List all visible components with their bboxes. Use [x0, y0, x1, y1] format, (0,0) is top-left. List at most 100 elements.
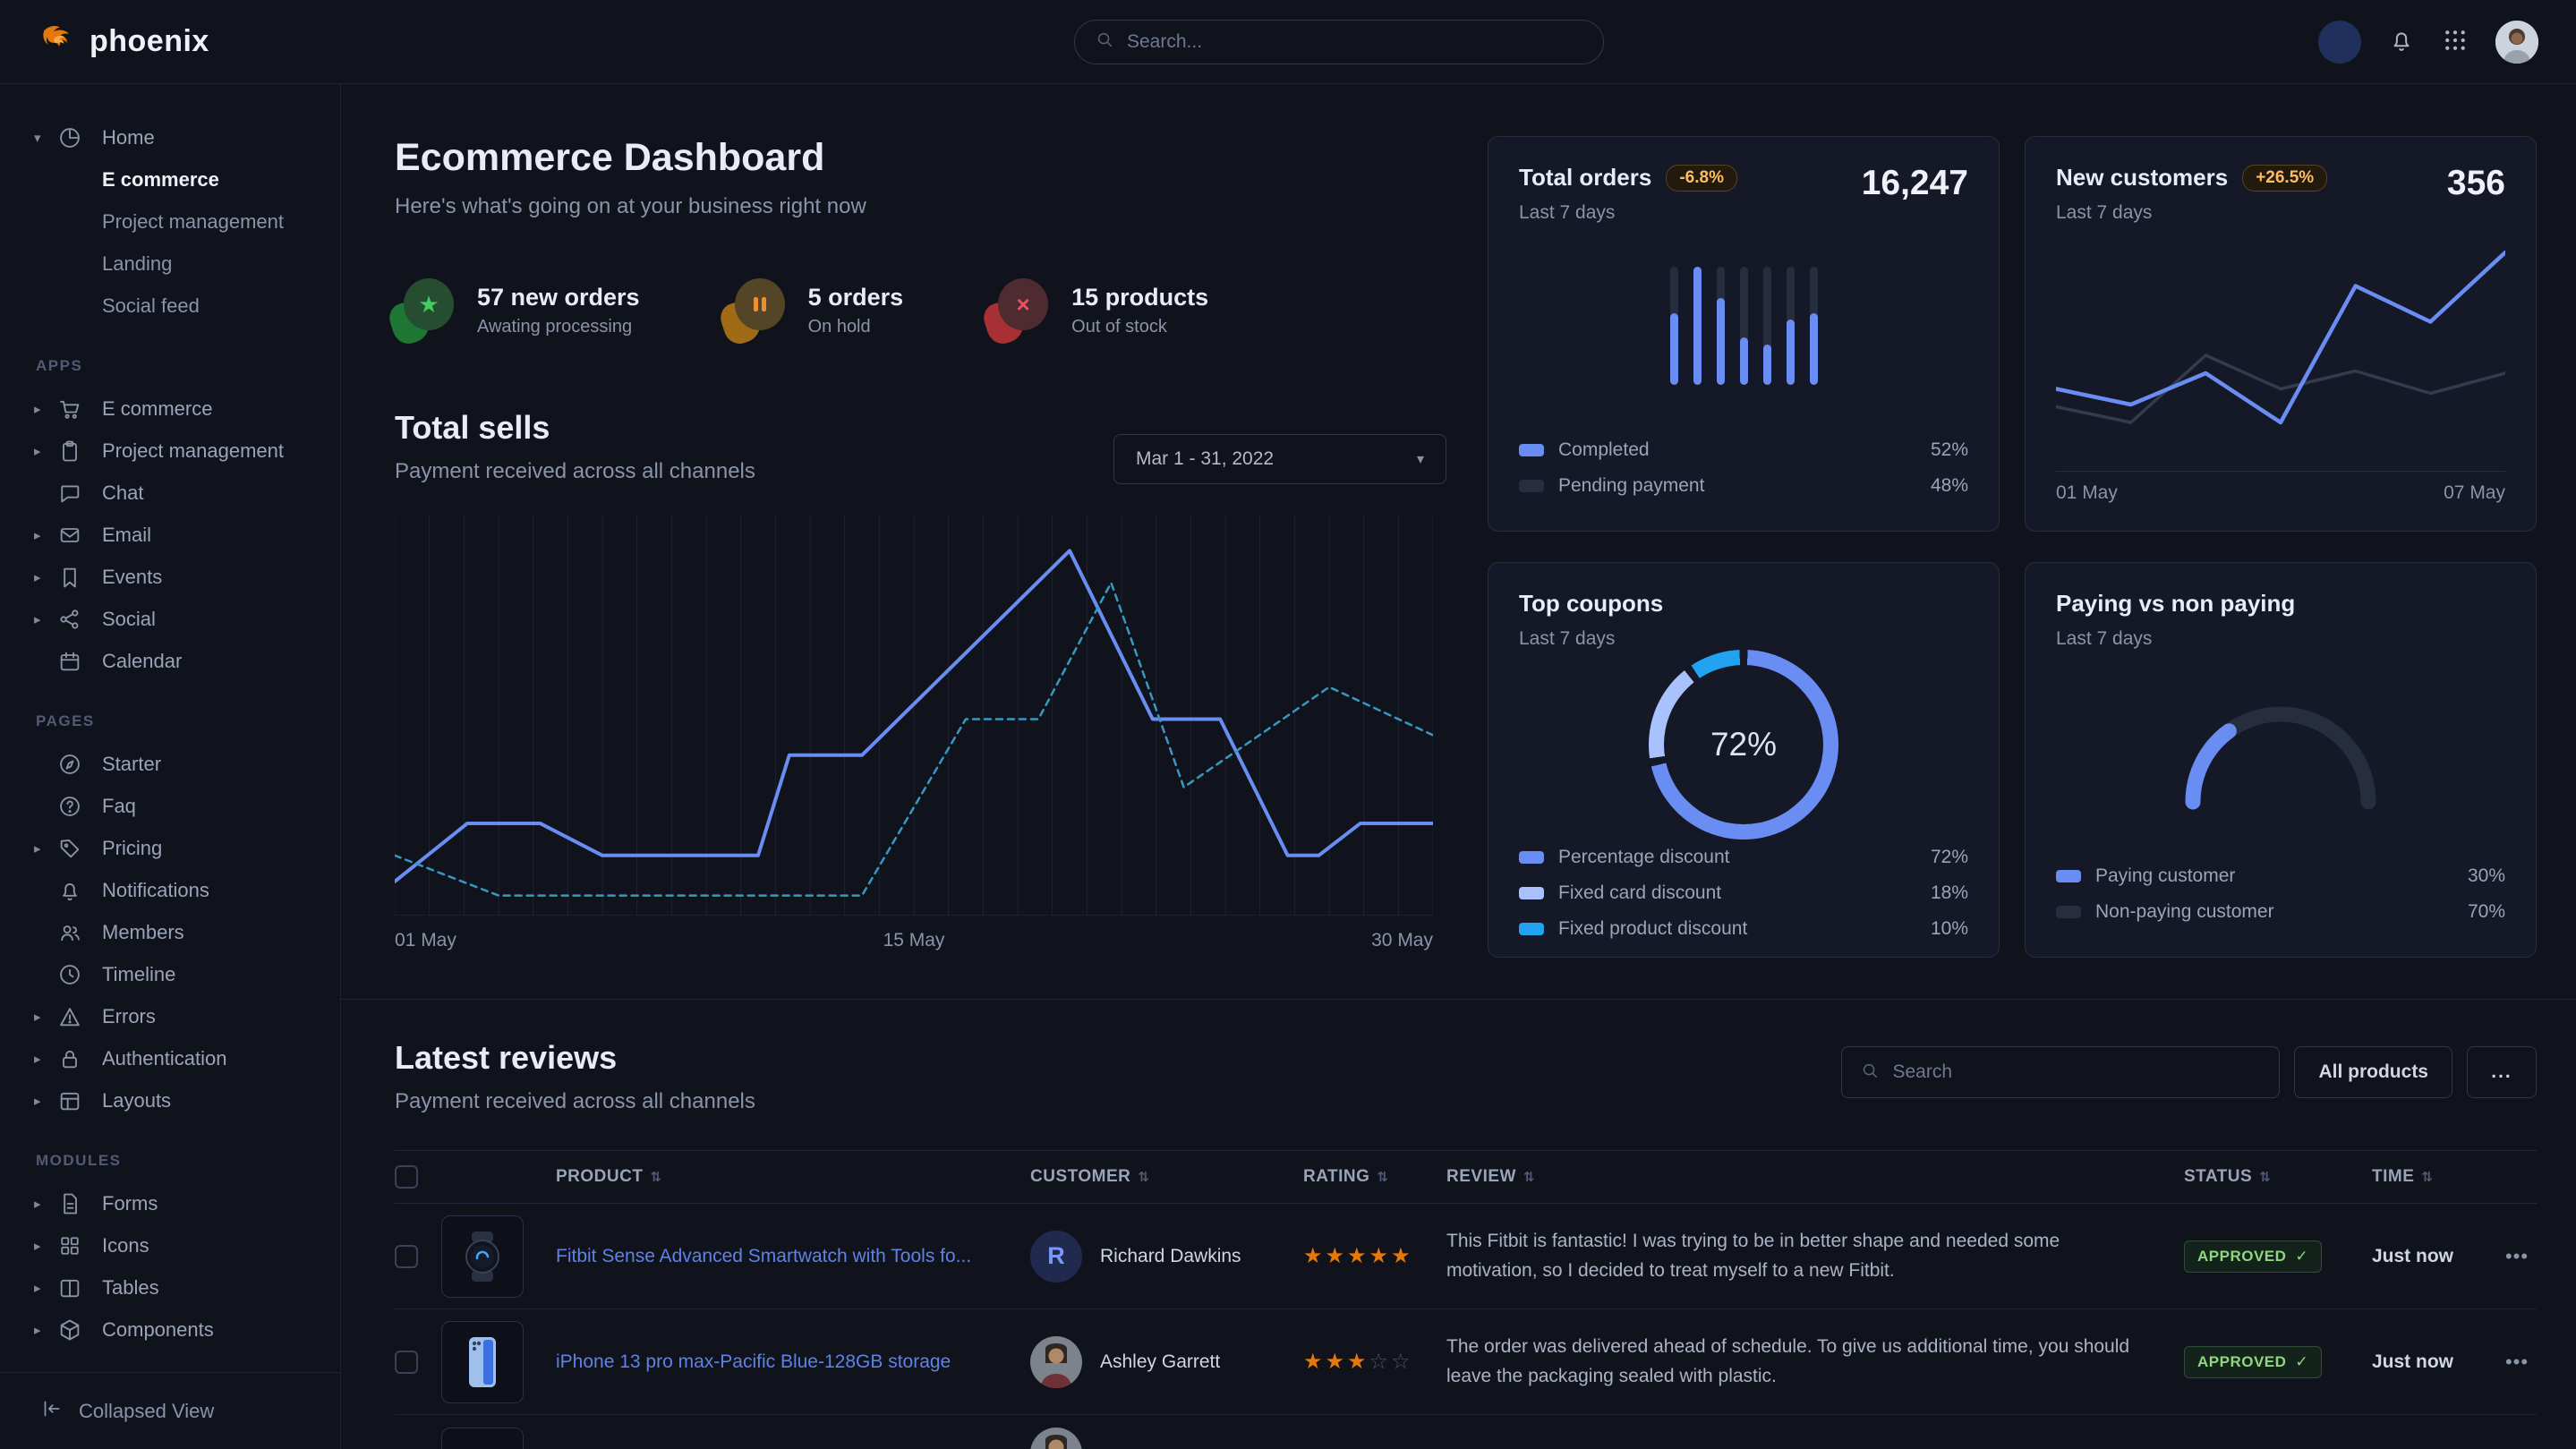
- quick-stats: ★57 new ordersAwating processing5 orders…: [395, 278, 1446, 343]
- reviews-more-button[interactable]: ...: [2467, 1046, 2537, 1098]
- sidebar-item-members[interactable]: Members: [0, 911, 340, 953]
- global-search[interactable]: [1074, 20, 1604, 64]
- sidebar-item-label: Members: [102, 921, 184, 944]
- notifications-button[interactable]: [2388, 27, 2415, 56]
- product-link[interactable]: Fitbit Sense Advanced Smartwatch with To…: [556, 1246, 1030, 1267]
- column-header-review[interactable]: REVIEW⇅: [1446, 1167, 2184, 1187]
- sidebar-item-icons[interactable]: ▸Icons: [0, 1224, 340, 1266]
- legend-row: Pending payment48%: [1519, 468, 1968, 504]
- stat-value: 57 new orders: [477, 284, 640, 311]
- apps-menu-button[interactable]: [2442, 27, 2469, 56]
- global-search-input[interactable]: [1127, 31, 1583, 53]
- sidebar-item-tables[interactable]: ▸Tables: [0, 1266, 340, 1308]
- grid-icon: [2442, 27, 2469, 56]
- legend-label: Fixed card discount: [1558, 882, 1721, 904]
- calendar-icon: [57, 648, 84, 675]
- legend-swatch: [1519, 887, 1544, 899]
- sidebar-section-title: APPS: [0, 327, 340, 388]
- legend-row: Fixed card discount 18%: [1519, 875, 1968, 911]
- collapse-sidebar-button[interactable]: Collapsed View: [0, 1372, 340, 1449]
- sidebar-item-label: Home: [102, 126, 155, 149]
- customer-avatar: R: [1030, 1231, 1082, 1283]
- bookmark-icon: [57, 564, 84, 591]
- sidebar-item-timeline[interactable]: Timeline: [0, 953, 340, 995]
- stat-value: 5 orders: [808, 284, 904, 311]
- reviews-search[interactable]: [1841, 1046, 2280, 1098]
- sidebar-section-title: MODULES: [0, 1121, 340, 1182]
- brand-logo[interactable]: phoenix: [38, 22, 209, 62]
- order-bar: [1810, 267, 1818, 385]
- legend-row: Percentage discount72%: [1519, 840, 1968, 875]
- total-orders-value: 16,247: [1862, 164, 1968, 203]
- phoenix-logo-icon: [38, 22, 77, 62]
- sidebar-item-faq[interactable]: Faq: [0, 785, 340, 827]
- column-header-customer[interactable]: CUSTOMER⇅: [1030, 1167, 1303, 1187]
- caret-right-icon: ▸: [34, 611, 57, 627]
- new-customers-badge: +26.5%: [2242, 165, 2327, 192]
- sidebar-item-authentication[interactable]: ▸Authentication: [0, 1037, 340, 1079]
- sidebar-item-e-commerce[interactable]: ▸E commerce: [0, 388, 340, 430]
- sidebar-item-social[interactable]: ▸Social: [0, 598, 340, 640]
- sidebar-subitem-social-feed[interactable]: Social feed: [0, 285, 340, 327]
- sidebar-item-chat[interactable]: Chat: [0, 472, 340, 514]
- sidebar-item-label: Notifications: [102, 879, 209, 902]
- legend-value: 18%: [1931, 882, 1968, 904]
- nc-axis-start: 01 May: [2056, 482, 2118, 504]
- date-range-select[interactable]: Mar 1 - 31, 2022 ▾: [1113, 434, 1446, 484]
- column-header-status[interactable]: STATUS⇅: [2184, 1167, 2372, 1187]
- table-row: [395, 1415, 2537, 1449]
- reviews-search-input[interactable]: [1892, 1061, 2261, 1083]
- sidebar-subitem-project-management[interactable]: Project management: [0, 200, 340, 243]
- product-link[interactable]: iPhone 13 pro max-Pacific Blue-128GB sto…: [556, 1351, 1030, 1373]
- sidebar-subitem-landing[interactable]: Landing: [0, 243, 340, 285]
- select-all-checkbox[interactable]: [395, 1165, 418, 1189]
- column-header-product[interactable]: PRODUCT⇅: [556, 1167, 1030, 1187]
- paying-period: Last 7 days: [2056, 628, 2505, 650]
- row-checkbox[interactable]: [395, 1245, 418, 1268]
- top-coupons-donut-chart: 72%: [1519, 650, 1968, 840]
- user-avatar[interactable]: [2495, 21, 2538, 64]
- column-header-time[interactable]: TIME⇅: [2372, 1167, 2497, 1187]
- legend-value: 48%: [1931, 475, 1968, 497]
- sidebar-item-home[interactable]: ▾Home: [0, 116, 340, 158]
- dark-mode-toggle[interactable]: [2318, 21, 2361, 64]
- sidebar-subitem-e-commerce[interactable]: E commerce: [0, 158, 340, 200]
- sidebar-item-calendar[interactable]: Calendar: [0, 640, 340, 682]
- sidebar-item-layouts[interactable]: ▸Layouts: [0, 1079, 340, 1121]
- total-orders-legend: Completed52%Pending payment48%: [1519, 432, 1968, 504]
- row-menu-button[interactable]: •••: [2497, 1351, 2537, 1374]
- order-bar: [1717, 267, 1725, 385]
- column-label: PRODUCT: [556, 1167, 643, 1187]
- tag-icon: [57, 835, 84, 862]
- sidebar-item-pricing[interactable]: ▸Pricing: [0, 827, 340, 869]
- sidebar-item-forms[interactable]: ▸Forms: [0, 1182, 340, 1224]
- row-checkbox[interactable]: [395, 1351, 418, 1374]
- nc-axis-end: 07 May: [2444, 482, 2505, 504]
- legend-swatch: [2056, 906, 2081, 918]
- product-thumbnail: [441, 1215, 524, 1298]
- paying-legend: Paying customer30%Non-paying customer70%: [2056, 858, 2505, 930]
- sidebar-item-events[interactable]: ▸Events: [0, 556, 340, 598]
- total-sells-chart: [395, 515, 1433, 916]
- sidebar-item-notifications[interactable]: Notifications: [0, 869, 340, 911]
- row-menu-button[interactable]: •••: [2497, 1245, 2537, 1268]
- caret-right-icon: ▸: [34, 1238, 57, 1254]
- sidebar-item-email[interactable]: ▸Email: [0, 514, 340, 556]
- rating-stars: ★★★★★: [1303, 1243, 1446, 1269]
- legend-value: 70%: [2468, 901, 2505, 923]
- sidebar-item-starter[interactable]: Starter: [0, 743, 340, 785]
- all-products-filter-button[interactable]: All products: [2294, 1046, 2452, 1098]
- sidebar-item-errors[interactable]: ▸Errors: [0, 995, 340, 1037]
- legend-swatch: [1519, 851, 1544, 864]
- legend-row: Non-paying customer70%: [2056, 894, 2505, 930]
- customer-avatar: [1030, 1336, 1082, 1388]
- help-icon: [57, 793, 84, 820]
- column-label: RATING: [1303, 1167, 1369, 1187]
- sidebar-item-components[interactable]: ▸Components: [0, 1308, 340, 1351]
- top-coupons-legend: Percentage discount72%Fixed card discoun…: [1519, 840, 1968, 947]
- total-orders-title: Total orders: [1519, 164, 1651, 192]
- sidebar-item-project-management[interactable]: ▸Project management: [0, 430, 340, 472]
- latest-reviews-section: Latest reviews Payment received across a…: [395, 1000, 2537, 1449]
- file-icon: [57, 1190, 84, 1217]
- column-header-rating[interactable]: RATING⇅: [1303, 1167, 1446, 1187]
